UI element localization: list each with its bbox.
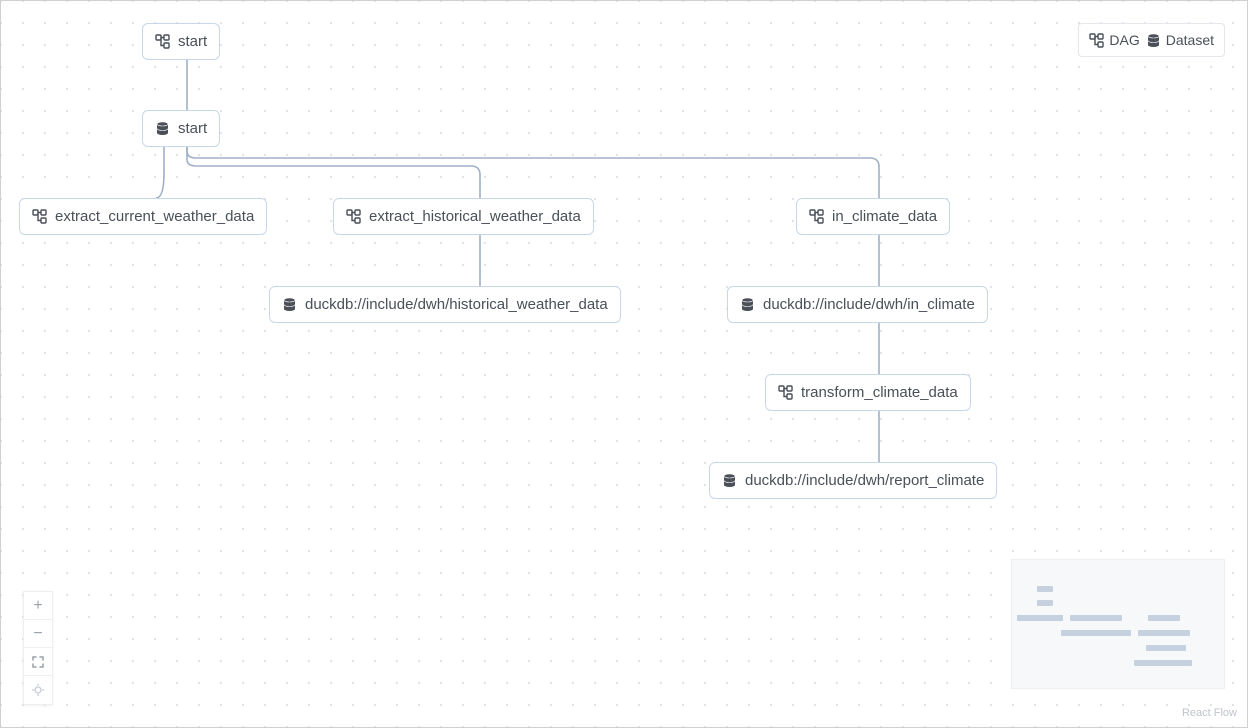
node-historical-dataset[interactable]: duckdb://include/dwh/historical_weather_… [269, 286, 621, 323]
node-in-climate-dataset[interactable]: duckdb://include/dwh/in_climate [727, 286, 988, 323]
zoom-controls: + − [23, 591, 53, 705]
database-icon [282, 297, 297, 312]
node-start-dataset[interactable]: start [142, 110, 220, 147]
dag-icon [32, 209, 47, 224]
attribution: React Flow [1182, 707, 1237, 719]
legend-dataset-label: Dataset [1166, 32, 1214, 48]
node-in-climate-data[interactable]: in_climate_data [796, 198, 950, 235]
node-label: duckdb://include/dwh/report_climate [745, 472, 984, 489]
node-label: extract_historical_weather_data [369, 208, 581, 225]
dag-icon [778, 385, 793, 400]
dag-icon [809, 209, 824, 224]
node-label: duckdb://include/dwh/in_climate [763, 296, 975, 313]
node-report-climate-dataset[interactable]: duckdb://include/dwh/report_climate [709, 462, 997, 499]
node-label: duckdb://include/dwh/historical_weather_… [305, 296, 608, 313]
node-label: in_climate_data [832, 208, 937, 225]
fit-view-button[interactable] [24, 648, 52, 676]
node-label: start [178, 120, 207, 137]
zoom-in-button[interactable]: + [24, 592, 52, 620]
legend-dag-label: DAG [1109, 32, 1139, 48]
node-extract-current-weather-data[interactable]: extract_current_weather_data [19, 198, 267, 235]
minimap[interactable] [1011, 559, 1225, 689]
database-icon [722, 473, 737, 488]
database-icon [155, 121, 170, 136]
legend-dataset: Dataset [1146, 32, 1214, 48]
dag-icon [155, 34, 170, 49]
node-start-dag[interactable]: start [142, 23, 220, 60]
zoom-out-button[interactable]: − [24, 620, 52, 648]
database-icon [740, 297, 755, 312]
legend-dag: DAG [1089, 32, 1139, 48]
dag-icon [346, 209, 361, 224]
legend: DAG Dataset [1078, 23, 1225, 57]
locate-button[interactable] [24, 676, 52, 704]
dag-icon [1089, 33, 1104, 48]
node-label: transform_climate_data [801, 384, 958, 401]
flow-canvas[interactable]: start start extract_current_weather_data… [0, 0, 1248, 728]
database-icon [1146, 33, 1161, 48]
node-label: extract_current_weather_data [55, 208, 254, 225]
node-transform-climate-data[interactable]: transform_climate_data [765, 374, 971, 411]
node-label: start [178, 33, 207, 50]
node-extract-historical-weather-data[interactable]: extract_historical_weather_data [333, 198, 594, 235]
